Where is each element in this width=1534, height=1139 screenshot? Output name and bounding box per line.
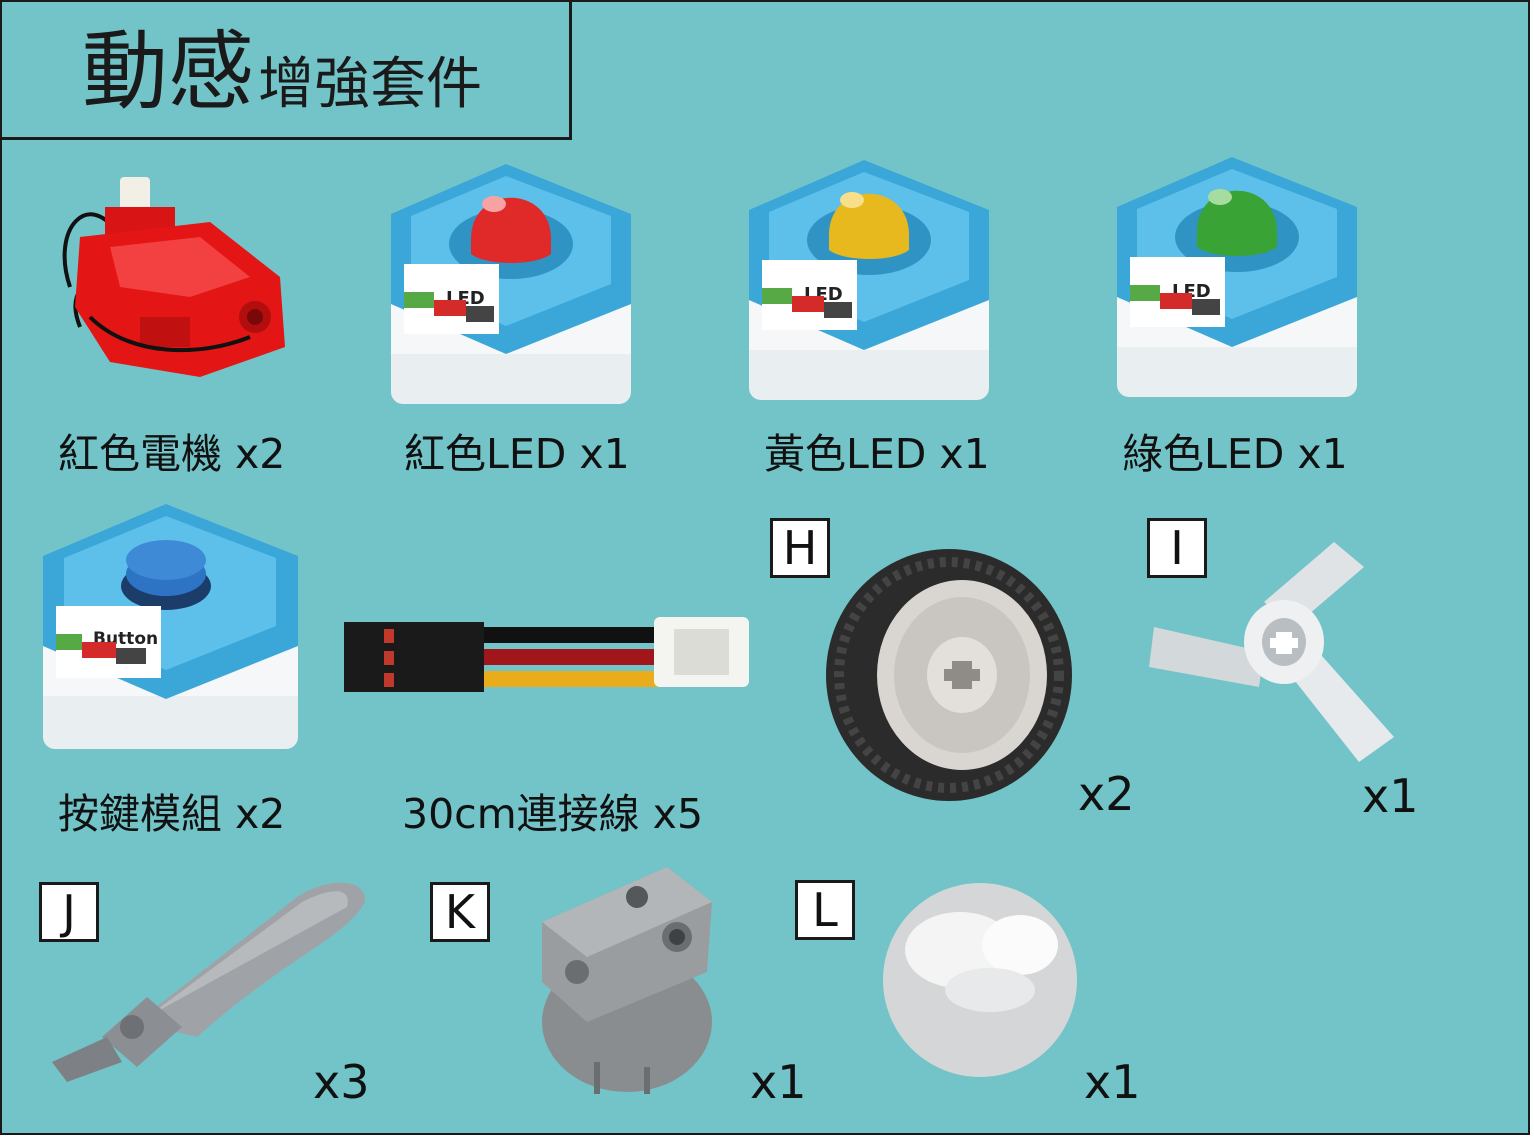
connection-cable-icon bbox=[344, 617, 749, 692]
letter-box-j: J bbox=[39, 882, 99, 942]
title-main: 動感 bbox=[82, 22, 254, 122]
qty-ball-joint: x1 bbox=[750, 1055, 807, 1109]
qty-white-ball: x1 bbox=[1084, 1055, 1141, 1109]
qty-connector: x1 bbox=[1362, 769, 1419, 823]
item-label-cable: 30cm連接線 x5 bbox=[402, 790, 704, 838]
button-module-icon: Button bbox=[43, 504, 298, 749]
qty-sword: x3 bbox=[313, 1055, 370, 1109]
item-label-red-motor: 紅色電機 x2 bbox=[58, 430, 286, 478]
letter-box-k: K bbox=[430, 882, 490, 942]
title-sub: 增強套件 bbox=[258, 52, 482, 117]
item-label-red-led: 紅色LED x1 bbox=[404, 430, 630, 478]
yellow-led-module-icon: LED bbox=[749, 160, 989, 400]
red-led-module-icon: LED bbox=[391, 164, 631, 404]
item-label-button-module: 按鍵模組 x2 bbox=[58, 790, 286, 838]
red-motor-icon bbox=[62, 177, 285, 377]
ball-joint-block-icon bbox=[542, 867, 712, 1094]
qty-wheel: x2 bbox=[1078, 767, 1135, 821]
title-box: 動感 增強套件 bbox=[2, 2, 572, 140]
letter-box-h: H bbox=[770, 518, 830, 578]
item-label-green-led: 綠色LED x1 bbox=[1122, 430, 1348, 478]
parts-sheet: 動感 增強套件 LED LED LED Button 紅色電機 x2 紅色LED… bbox=[0, 0, 1530, 1135]
white-ball-icon bbox=[883, 883, 1077, 1077]
wheel-icon bbox=[826, 549, 1072, 801]
letter-box-i: I bbox=[1147, 518, 1207, 578]
green-led-module-icon: LED bbox=[1117, 157, 1357, 397]
item-label-yellow-led: 黃色LED x1 bbox=[764, 430, 990, 478]
letter-box-l: L bbox=[795, 880, 855, 940]
